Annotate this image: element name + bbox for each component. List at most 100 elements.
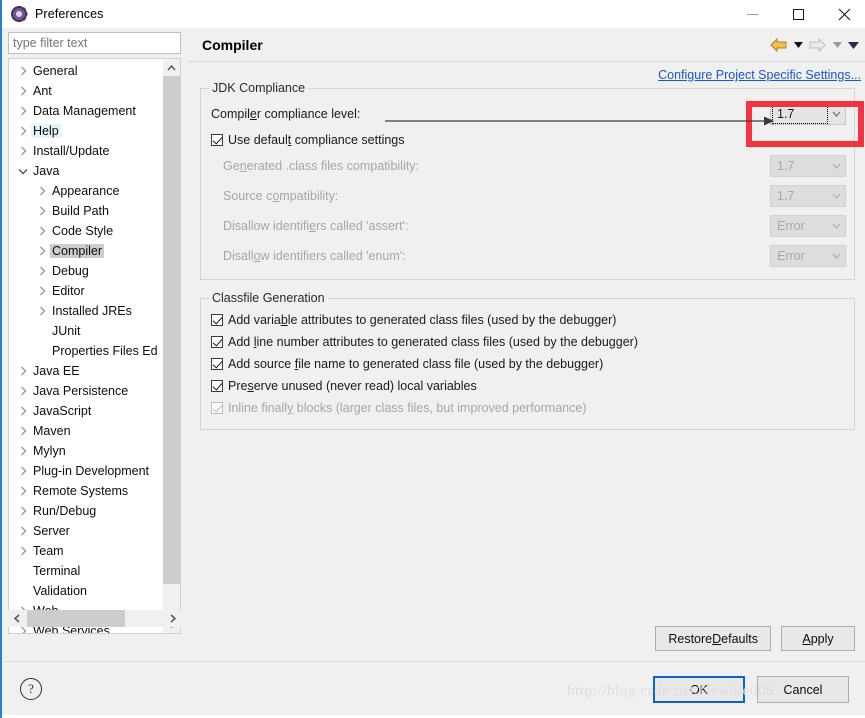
sidebar-item-team[interactable]: Team <box>9 541 164 561</box>
view-menu-icon[interactable] <box>847 38 859 52</box>
sidebar-item-junit[interactable]: JUnit <box>9 321 164 341</box>
sidebar-item-label: Compiler <box>50 244 105 258</box>
chevron-right-icon[interactable] <box>15 546 31 556</box>
page-title: Compiler <box>202 36 263 53</box>
chevron-right-icon[interactable] <box>15 446 31 456</box>
chevron-right-icon[interactable] <box>15 506 31 516</box>
chevron-down-icon[interactable] <box>15 168 31 175</box>
sidebar-item-mylyn[interactable]: Mylyn <box>9 441 164 461</box>
sidebar-item-label: Appearance <box>52 184 120 198</box>
sidebar-item-server[interactable]: Server <box>9 521 164 541</box>
maximize-button[interactable] <box>775 0 821 28</box>
sidebar-item-label: Ant <box>33 84 52 98</box>
page-navigation-tools <box>769 28 859 62</box>
preferences-tree[interactable]: General Ant Data Management Help Install/Upd… <box>8 58 181 634</box>
tree-horizontal-scrollbar[interactable] <box>8 610 181 627</box>
sidebar-item-plug-in-development[interactable]: Plug-in Development <box>9 461 164 481</box>
ok-button[interactable]: OK <box>653 676 745 703</box>
use-default-compliance-checkbox[interactable]: Use default compliance settings <box>201 129 854 151</box>
sidebar-item-validation[interactable]: Validation <box>9 581 164 601</box>
chevron-right-icon[interactable] <box>34 246 50 256</box>
classfile-option-checkbox[interactable]: Add source file name to generated class … <box>201 353 854 375</box>
sidebar-item-label: Remote Systems <box>33 484 129 498</box>
chevron-down-icon <box>832 246 841 266</box>
cancel-button[interactable]: Cancel <box>757 676 849 703</box>
disabled-combo: 1.7 <box>770 185 846 207</box>
sidebar-item-ant[interactable]: Ant <box>9 81 164 101</box>
chevron-right-icon[interactable] <box>15 406 31 416</box>
scroll-right-icon[interactable] <box>164 610 181 627</box>
classfile-option-label: Inline finally blocks (larger class file… <box>228 401 587 415</box>
chevron-right-icon[interactable] <box>15 426 31 436</box>
classfile-option-checkbox[interactable]: Add line number attributes to generated … <box>201 331 854 353</box>
sidebar-item-javascript[interactable]: JavaScript <box>9 401 164 421</box>
chevron-right-icon[interactable] <box>15 106 31 116</box>
sidebar-item-install-update[interactable]: Install/Update <box>9 141 164 161</box>
sidebar-item-properties-files-ed[interactable]: Properties Files Ed <box>9 341 164 361</box>
checkbox-box <box>211 134 223 146</box>
sidebar-item-maven[interactable]: Maven <box>9 421 164 441</box>
sidebar-item-code-style[interactable]: Code Style <box>9 221 164 241</box>
horizontal-scroll-thumb[interactable] <box>27 610 125 627</box>
chevron-right-icon[interactable] <box>34 306 50 316</box>
sidebar-item-editor[interactable]: Editor <box>9 281 164 301</box>
chevron-right-icon[interactable] <box>34 286 50 296</box>
preferences-gear-icon <box>11 6 27 22</box>
sidebar-item-help[interactable]: Help <box>9 121 164 141</box>
filter-input[interactable] <box>8 32 181 54</box>
sidebar-item-label: JavaScript <box>33 404 92 418</box>
sidebar-item-remote-systems[interactable]: Remote Systems <box>9 481 164 501</box>
sidebar-item-general[interactable]: General <box>9 61 164 81</box>
sidebar-item-label: Help <box>31 124 61 138</box>
minimize-button[interactable] <box>729 0 775 28</box>
chevron-right-icon[interactable] <box>15 526 31 536</box>
chevron-right-icon[interactable] <box>15 126 31 136</box>
sidebar-item-label: Editor <box>52 284 85 298</box>
chevron-right-icon[interactable] <box>15 626 31 633</box>
sidebar-item-terminal[interactable]: Terminal <box>9 561 164 581</box>
sidebar-item-label: General <box>33 64 78 78</box>
chevron-right-icon[interactable] <box>15 386 31 396</box>
classfile-option-checkbox[interactable]: Add variable attributes to generated cla… <box>201 309 854 331</box>
help-question-icon[interactable]: ? <box>20 678 42 700</box>
disabled-combo: 1.7 <box>770 155 846 177</box>
sidebar-item-java-ee[interactable]: Java EE <box>9 361 164 381</box>
chevron-right-icon[interactable] <box>15 146 31 156</box>
chevron-right-icon[interactable] <box>34 186 50 196</box>
chevron-right-icon[interactable] <box>34 266 50 276</box>
compliance-level-combo[interactable]: 1.7 <box>770 103 846 125</box>
back-arrow-icon[interactable] <box>769 37 788 53</box>
sidebar-item-build-path[interactable]: Build Path <box>9 201 164 221</box>
window-controls <box>729 0 865 28</box>
combo-value: 1.7 <box>777 159 795 173</box>
close-button[interactable] <box>821 0 865 28</box>
scroll-left-icon[interactable] <box>8 610 25 627</box>
restore-defaults-button[interactable]: Restore Defaults <box>655 626 771 651</box>
chevron-right-icon[interactable] <box>15 466 31 476</box>
chevron-right-icon[interactable] <box>34 226 50 236</box>
scroll-up-icon[interactable] <box>163 59 180 76</box>
apply-button[interactable]: Apply <box>781 626 855 651</box>
preferences-tree-panel: General Ant Data Management Help Install/Upd… <box>8 32 181 650</box>
chevron-right-icon[interactable] <box>34 206 50 216</box>
tree-vertical-scrollbar[interactable] <box>163 59 180 633</box>
sidebar-item-appearance[interactable]: Appearance <box>9 181 164 201</box>
configure-project-specific-settings-link[interactable]: Configure Project Specific Settings... <box>658 68 861 82</box>
sidebar-item-installed-jres[interactable]: Installed JREs <box>9 301 164 321</box>
chevron-right-icon[interactable] <box>15 66 31 76</box>
classfile-generation-group: Classfile Generation Add variable attrib… <box>200 291 855 430</box>
sidebar-item-java-persistence[interactable]: Java Persistence <box>9 381 164 401</box>
horizontal-scroll-track[interactable] <box>25 610 164 627</box>
vertical-scroll-thumb[interactable] <box>163 76 180 584</box>
sidebar-item-java[interactable]: Java <box>9 161 164 181</box>
sidebar-item-compiler[interactable]: Compiler <box>9 241 164 261</box>
back-dropdown-icon[interactable] <box>792 38 804 52</box>
sidebar-item-debug[interactable]: Debug <box>9 261 164 281</box>
sidebar-item-data-management[interactable]: Data Management <box>9 101 164 121</box>
jdk-compliance-group-title: JDK Compliance <box>209 81 309 95</box>
chevron-right-icon[interactable] <box>15 86 31 96</box>
chevron-right-icon[interactable] <box>15 486 31 496</box>
classfile-option-checkbox[interactable]: Preserve unused (never read) local varia… <box>201 375 854 397</box>
sidebar-item-run-debug[interactable]: Run/Debug <box>9 501 164 521</box>
chevron-right-icon[interactable] <box>15 366 31 376</box>
